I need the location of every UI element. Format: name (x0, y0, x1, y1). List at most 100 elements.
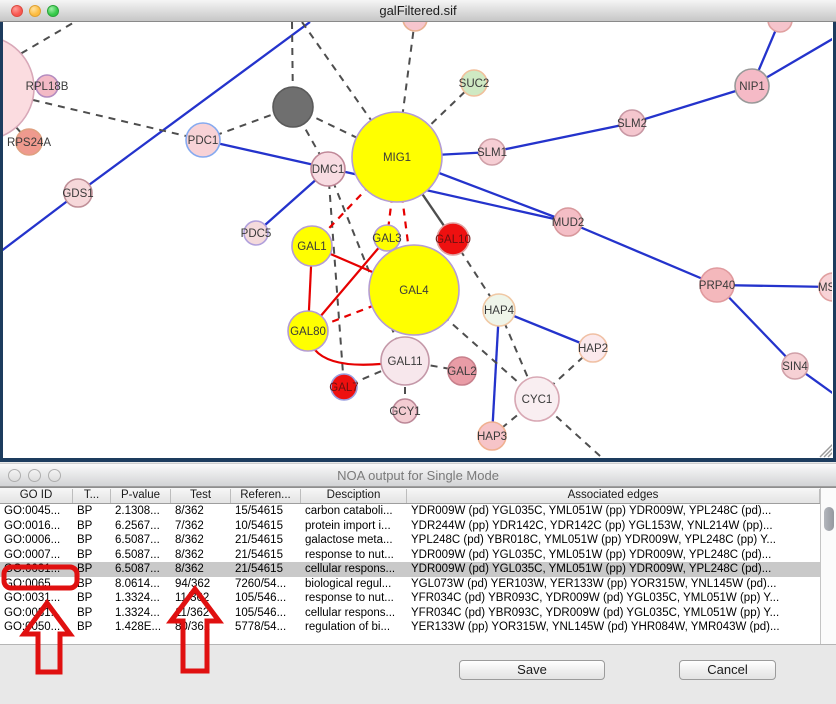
edge (10, 22, 95, 60)
node-gray1[interactable] (273, 87, 313, 127)
table-row[interactable]: GO:0006...BP6.5087...8/36221/54615galact… (0, 533, 820, 548)
table-row[interactable]: GO:0065...BP8.0614...94/3627260/54...bio… (0, 577, 820, 592)
edge (492, 123, 632, 152)
table-cell: 105/546... (231, 606, 301, 621)
table-cell: cellular respons... (301, 562, 407, 577)
table-cell: 11/362 (171, 591, 231, 606)
network-graph[interactable]: RPL18BRPS24AGDS1PDC1DMC1MIG1SUC2SLM1SLM2… (3, 22, 832, 458)
node-label: GAL1 (297, 241, 326, 253)
node-GAL1[interactable]: GAL1 (292, 226, 332, 266)
table-cell: 8/362 (171, 504, 231, 519)
node-label: SLM2 (617, 118, 647, 130)
node-HAP2[interactable]: HAP2 (578, 334, 608, 362)
table-cell: BP (73, 606, 111, 621)
table-cell: 21/54615 (231, 548, 301, 563)
node-PRP40[interactable]: PRP40 (699, 268, 735, 302)
node-GAL3[interactable]: GAL3 (372, 225, 401, 251)
node-GAL4[interactable]: GAL4 (369, 245, 459, 335)
node-DMC1[interactable]: DMC1 (311, 152, 345, 186)
save-button[interactable]: Save (459, 660, 605, 680)
node-topnode2[interactable] (768, 22, 792, 32)
table-cell: GO:0016... (0, 519, 73, 534)
node-SIN4[interactable]: SIN4 (782, 353, 808, 379)
table-cell: 1.3324... (111, 606, 171, 621)
column-header[interactable]: Desciption (301, 489, 407, 503)
node-MIG1[interactable]: MIG1 (352, 112, 442, 202)
network-window-titlebar[interactable]: galFiltered.sif (0, 0, 836, 22)
node-GDS1[interactable]: GDS1 (62, 179, 93, 207)
table-cell: 6.5087... (111, 562, 171, 577)
table-row[interactable]: GO:0031...BP1.3324...11/362105/546...cel… (0, 606, 820, 621)
table-cell: 6.5087... (111, 533, 171, 548)
node-GAL10[interactable]: GAL10 (435, 223, 471, 255)
column-header[interactable]: Referen... (231, 489, 301, 503)
node-label: GAL10 (435, 234, 471, 246)
column-header[interactable]: Test (171, 489, 231, 503)
node-label: HAP3 (477, 431, 507, 443)
table-cell: GO:0065... (0, 577, 73, 592)
scrollbar-thumb[interactable] (824, 507, 834, 531)
node-GAL7[interactable]: GAL7 (329, 374, 358, 400)
node-label: NIP1 (739, 81, 765, 93)
column-header[interactable]: GO ID (0, 489, 73, 503)
node-label: GAL7 (329, 382, 358, 394)
table-row[interactable]: GO:0045...BP2.1308...8/36215/54615carbon… (0, 504, 820, 519)
vertical-scrollbar[interactable] (820, 488, 836, 644)
table-cell: YGL073W (pd) YER103W, YER133W (pp) YOR31… (407, 577, 820, 592)
column-header[interactable]: Associated edges (407, 489, 820, 503)
cancel-button[interactable]: Cancel (679, 660, 776, 680)
table-row[interactable]: GO:0050...BP1.428E...80/3625778/54...reg… (0, 620, 820, 635)
column-header[interactable]: P-value (111, 489, 171, 503)
node-label: GDS1 (62, 188, 93, 200)
column-header[interactable]: T... (73, 489, 111, 503)
table-cell: GO:0031... (0, 591, 73, 606)
node-label: MUD2 (552, 217, 585, 229)
table-row[interactable]: GO:0007...BP6.5087...8/36221/54615respon… (0, 548, 820, 563)
table-cell: response to nut... (301, 591, 407, 606)
table-row[interactable]: GO:0031...BP6.5087...8/36221/54615cellul… (0, 562, 820, 577)
node-topnode1[interactable] (403, 22, 427, 31)
node-NIP1[interactable]: NIP1 (735, 69, 769, 103)
node-label: GAL11 (388, 356, 423, 368)
table-cell: 21/54615 (231, 562, 301, 577)
node-GAL2[interactable]: GAL2 (447, 357, 476, 385)
table-cell: protein import i... (301, 519, 407, 534)
node-HAP4[interactable]: HAP4 (483, 294, 515, 326)
node-label: DMC1 (312, 164, 345, 176)
network-canvas[interactable]: RPL18BRPS24AGDS1PDC1DMC1MIG1SUC2SLM1SLM2… (0, 22, 836, 462)
table-cell: 8.0614... (111, 577, 171, 592)
table-cell: BP (73, 533, 111, 548)
node-label: MIG1 (383, 152, 411, 164)
node-label: MSL1 (818, 282, 832, 294)
table-cell: 8/362 (171, 548, 231, 563)
table-cell: 7/362 (171, 519, 231, 534)
node-GCY1[interactable]: GCY1 (389, 399, 420, 423)
table-cell: 80/362 (171, 620, 231, 635)
table-row[interactable]: GO:0031...BP1.3324...11/362105/546...res… (0, 591, 820, 606)
node-RPS24A[interactable]: RPS24A (7, 129, 51, 155)
table-row[interactable]: GO:0016...BP6.2567...7/36210/54615protei… (0, 519, 820, 534)
node-MUD2[interactable]: MUD2 (552, 208, 585, 236)
node-HAP3[interactable]: HAP3 (477, 422, 507, 450)
table-cell: BP (73, 562, 111, 577)
window-title: NOA output for Single Mode (0, 468, 836, 483)
noa-window-titlebar[interactable]: NOA output for Single Mode (0, 463, 836, 487)
table-cell: cellular respons... (301, 606, 407, 621)
node-GAL80[interactable]: GAL80 (288, 311, 328, 351)
node-GAL11[interactable]: GAL11 (381, 337, 429, 385)
node-CYC1[interactable]: CYC1 (515, 377, 559, 421)
table-cell: GO:0031... (0, 562, 73, 577)
table-cell: 8/362 (171, 533, 231, 548)
node-label: RPS24A (7, 137, 51, 149)
edge (328, 169, 344, 387)
node-PDC1[interactable]: PDC1 (186, 123, 220, 157)
table-cell: 1.428E... (111, 620, 171, 635)
table-cell: BP (73, 548, 111, 563)
node-MSL1[interactable]: MSL1 (818, 273, 832, 301)
table-cell: GO:0007... (0, 548, 73, 563)
table-cell: YDR009W (pd) YGL035C, YML051W (pp) YDR00… (407, 562, 820, 577)
table-cell: BP (73, 504, 111, 519)
node-SLM1[interactable]: SLM1 (477, 139, 507, 165)
node-SLM2[interactable]: SLM2 (617, 110, 647, 136)
table-cell: 11/362 (171, 606, 231, 621)
